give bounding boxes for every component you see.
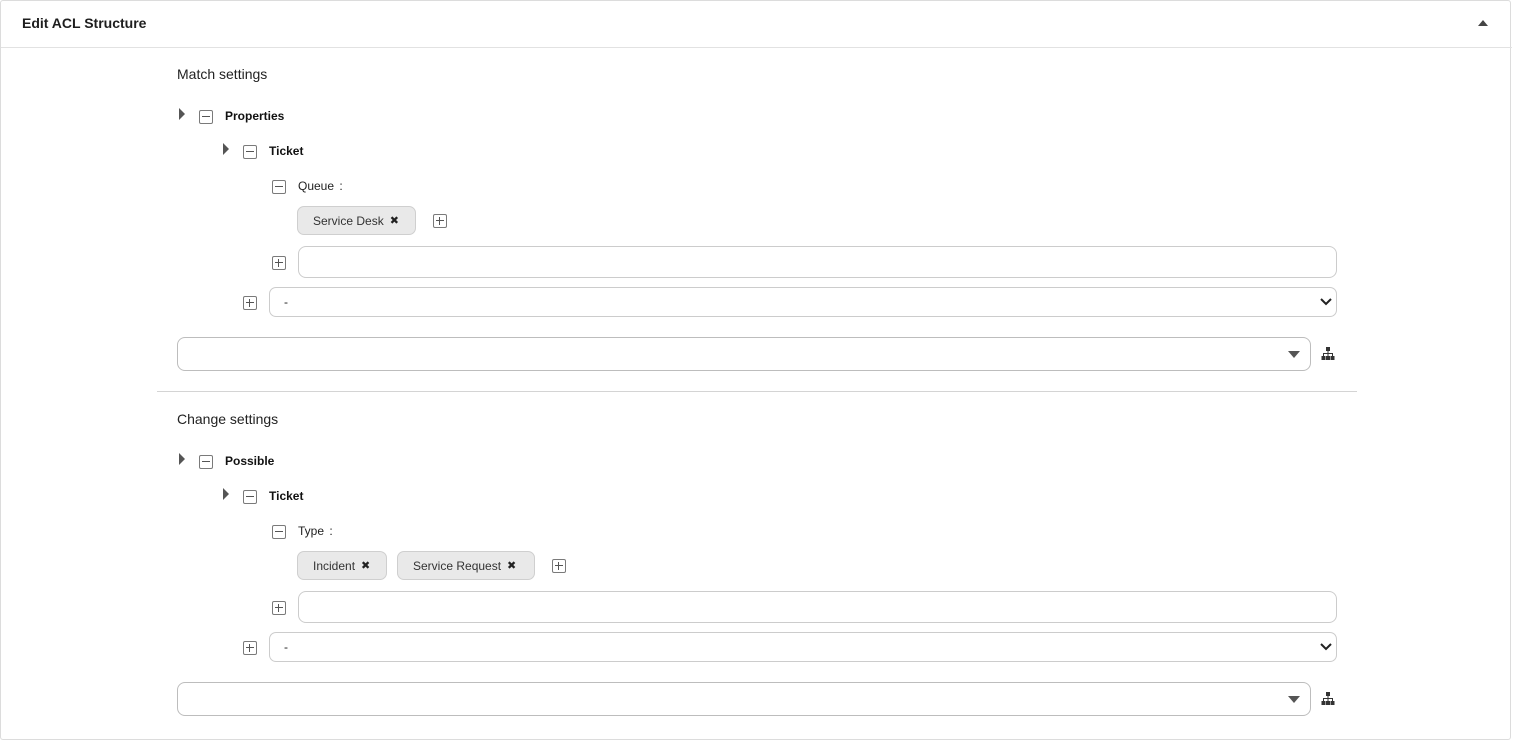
add-element-plus-icon[interactable] (243, 641, 257, 655)
dropdown-triangle-icon (1288, 351, 1300, 358)
chip-service-request: Service Request ✖ (397, 551, 535, 580)
chip-remove-icon[interactable]: ✖ (507, 559, 516, 572)
match-object-label: Ticket (269, 144, 304, 158)
chip-incident: Incident ✖ (297, 551, 387, 580)
sitemap-icon[interactable] (1321, 347, 1335, 360)
expand-ticket-caret-right-icon[interactable] (221, 488, 231, 500)
add-element-plus-icon[interactable] (243, 296, 257, 310)
change-settings-title: Change settings (177, 411, 279, 427)
chevron-down-icon (1320, 643, 1332, 651)
add-attribute-select[interactable]: - (269, 632, 1337, 662)
remove-possible-minus-icon[interactable] (199, 455, 213, 469)
card-header: Edit ACL Structure (1, 1, 1512, 48)
change-object-label: Ticket (269, 489, 304, 503)
chip-label: Service Desk (313, 213, 384, 228)
chip-remove-icon[interactable]: ✖ (390, 214, 399, 227)
change-structure-select[interactable] (177, 682, 1311, 716)
remove-ticket-minus-icon[interactable] (243, 490, 257, 504)
chip-remove-icon[interactable]: ✖ (361, 559, 370, 572)
match-attribute-label: Queue : (298, 179, 343, 193)
add-attribute-select[interactable]: - (269, 287, 1337, 317)
chip-label: Incident (313, 558, 356, 573)
add-value-plus-icon[interactable] (552, 559, 566, 573)
card-title: Edit ACL Structure (22, 15, 147, 31)
caret-up-icon[interactable] (1475, 15, 1491, 31)
match-root-label: Properties (225, 109, 285, 123)
add-attribute-plus-icon[interactable] (272, 601, 286, 615)
change-attribute-label: Type : (298, 524, 333, 538)
attribute-text-input[interactable] (298, 246, 1337, 278)
expand-properties-caret-right-icon[interactable] (177, 108, 187, 120)
expand-ticket-caret-right-icon[interactable] (221, 143, 231, 155)
select-value: - (284, 295, 288, 309)
remove-queue-minus-icon[interactable] (272, 180, 286, 194)
dropdown-triangle-icon (1288, 696, 1300, 703)
remove-properties-minus-icon[interactable] (199, 110, 213, 124)
section-divider (157, 391, 1357, 392)
remove-ticket-minus-icon[interactable] (243, 145, 257, 159)
chip-label: Service Request (413, 558, 502, 573)
chip-service-desk: Service Desk ✖ (297, 206, 416, 235)
chevron-down-icon (1320, 298, 1332, 306)
match-settings-title: Match settings (177, 66, 268, 82)
change-root-label: Possible (225, 454, 275, 468)
remove-type-minus-icon[interactable] (272, 525, 286, 539)
sitemap-icon[interactable] (1321, 692, 1335, 705)
expand-possible-caret-right-icon[interactable] (177, 453, 187, 465)
add-value-plus-icon[interactable] (433, 214, 447, 228)
select-value: - (284, 640, 288, 654)
match-structure-select[interactable] (177, 337, 1311, 371)
add-attribute-plus-icon[interactable] (272, 256, 286, 270)
attribute-text-input[interactable] (298, 591, 1337, 623)
